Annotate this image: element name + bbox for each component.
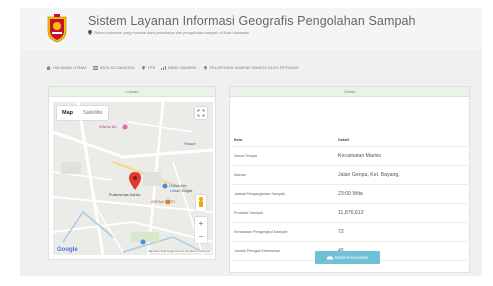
zoom-control: + − [195, 217, 207, 243]
nav-item-pelaporan[interactable]: Pelaporan Sampah Warga Oleh Petugas [203, 66, 299, 70]
tab-satellite[interactable]: Satellite [78, 106, 108, 120]
pin-icon [203, 66, 207, 70]
pin-icon [141, 66, 145, 70]
nav-label-home: Halaman Utama [53, 66, 87, 70]
detail-kecamatan-label: Detail Kecamatan [334, 255, 369, 260]
row-value: 72 [338, 229, 344, 235]
table-row: Kendaraan Pengangkut Sampah 72 [232, 223, 468, 242]
site-subtitle-text: Sistem informasi yang memuat data perseb… [94, 30, 249, 35]
fullscreen-icon[interactable] [195, 107, 207, 119]
table-header: Item Detail [232, 133, 468, 147]
location-pin-icon [88, 30, 92, 35]
detail-panel: - Detail - Item Detail Nama Tempat Kecam… [229, 86, 470, 273]
table-row: Produksi Sampah 11,876,612 [232, 204, 468, 223]
row-key: Kendaraan Pengangkut Sampah [234, 230, 288, 234]
row-key: Nama Tempat [234, 154, 257, 158]
place-marker-icon [122, 124, 128, 130]
detail-table: Item Detail Nama Tempat Kecamatan Mariso… [232, 133, 468, 261]
car-icon [326, 256, 333, 259]
site-title: Sistem Layanan Informasi Geografis Pengo… [88, 14, 416, 28]
logo-icon [47, 14, 67, 43]
row-value: Kecamatan Mariso [338, 153, 382, 159]
map-label-place4: Urban Wagat [170, 189, 193, 193]
place-marker-icon [140, 239, 146, 245]
table-row: Nama Tempat Kecamatan Mariso [232, 147, 468, 166]
row-key: Alamat [234, 173, 246, 177]
nav-item-tps[interactable]: TPS [141, 66, 156, 70]
header-detail: Detail [338, 137, 349, 142]
detail-panel-title: - Detail - [230, 87, 469, 97]
nav-label-bank-sampah: Bank Sampah [168, 66, 197, 70]
map-canvas [53, 102, 213, 255]
row-value: 23:00 Wita [338, 191, 363, 197]
street-view-icon[interactable] [196, 195, 206, 211]
home-icon [46, 66, 51, 70]
location-panel: - Lokasi - Map Satellite Wisma Ba Palace… [48, 86, 216, 260]
site-subtitle: Sistem informasi yang memuat data perseb… [88, 30, 249, 35]
row-key: Jadwal Pengangkutan Sampah [234, 192, 286, 196]
tab-map[interactable]: Map [57, 106, 78, 120]
row-value: Jalan Genpa, Kel. Bayang, [338, 172, 400, 178]
page: Sistem Layanan Informasi Geografis Pengo… [0, 0, 493, 286]
row-value: 11,876,612 [338, 210, 364, 216]
navbar: Halaman Utama Data Kecamatan TPS Bank Sa… [46, 61, 471, 75]
table-row: Alamat Jalan Genpa, Kel. Bayang, [232, 166, 468, 185]
zoom-in-button[interactable]: + [195, 217, 207, 230]
nav-item-home[interactable]: Halaman Utama [46, 66, 87, 70]
header-item: Item [234, 137, 243, 142]
nav-item-bank-sampah[interactable]: Bank Sampah [161, 66, 196, 70]
table-row: Jadwal Pengangkutan Sampah 23:00 Wita [232, 185, 468, 204]
nav-item-kecamatan[interactable]: Data Kecamatan [92, 66, 135, 70]
nav-label-pelaporan: Pelaporan Sampah Warga Oleh Petugas [209, 66, 299, 70]
map-label-place2: Puskesmas Dahlia [109, 193, 141, 197]
list-icon [92, 66, 98, 70]
row-key: Produksi Sampah [234, 211, 264, 215]
map-label-place1: Palace [184, 142, 196, 146]
map-label-place6: Wisma Ba [99, 125, 117, 129]
map-footer[interactable]: Map data ©2019 Google Terms of Use Repor… [147, 250, 211, 253]
map-label-place5: ARENA ESTO [151, 200, 176, 204]
place-marker-icon [162, 183, 168, 189]
nav-label-tps: TPS [147, 66, 156, 70]
zoom-out-button[interactable]: − [195, 230, 207, 243]
location-panel-title: - Lokasi - [49, 87, 215, 97]
chart-icon [161, 66, 167, 70]
google-logo: Google [57, 247, 78, 253]
detail-kecamatan-button[interactable]: Detail Kecamatan [315, 251, 380, 264]
nav-label-kecamatan: Data Kecamatan [99, 66, 135, 70]
map-type-tabs: Map Satellite [57, 106, 108, 120]
map-label-place3: Outlet Alfa [169, 184, 187, 188]
map[interactable]: Map Satellite Wisma Ba Palace Puskesmas … [53, 102, 213, 255]
